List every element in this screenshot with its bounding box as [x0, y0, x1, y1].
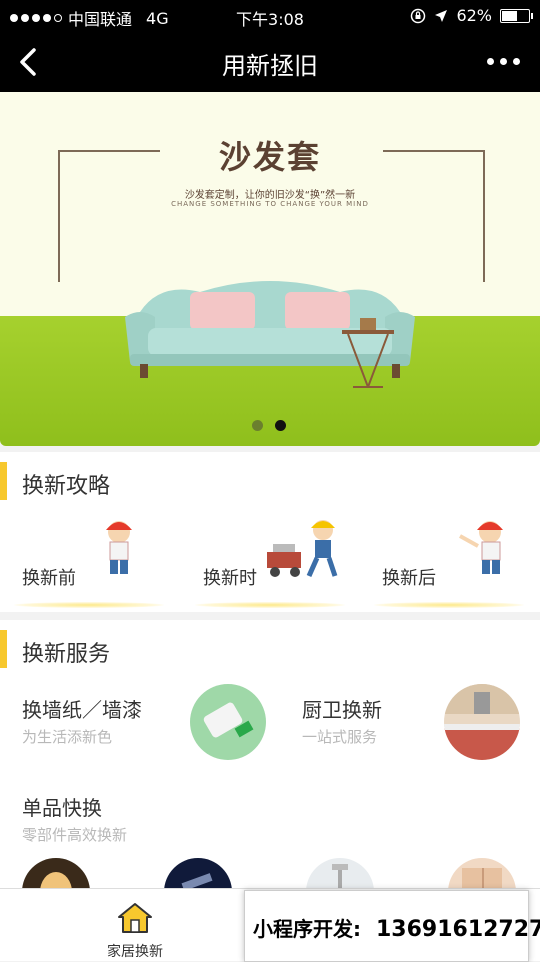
battery-percent: 62%	[456, 6, 492, 25]
service-item-kitchen[interactable]: 厨卫换新 一站式服务	[280, 682, 540, 772]
guide-section: 换新攻略 换新前 换新时 换新后	[0, 452, 540, 612]
more-menu-icon[interactable]	[487, 58, 520, 65]
service-item-subtitle: 一站式服务	[302, 728, 378, 746]
status-bar: 中国联通 4G 下午3:08 62%	[0, 0, 540, 32]
guide-item-before[interactable]: 换新前	[14, 516, 164, 608]
worker-before-icon	[106, 521, 132, 574]
banner-title: 沙发套	[218, 138, 321, 176]
service-section: 换新服务 换墙纸／墙漆 为生活添新色 厨卫换新 一站式服务 单品快换 零部件高效…	[0, 620, 540, 926]
battery-icon	[500, 8, 533, 23]
guide-item-label: 换新前	[22, 568, 76, 589]
navigation-bar: 用新拯旧	[0, 32, 540, 92]
developer-promo-overlay: 小程序开发: 13691612727	[244, 890, 540, 962]
clock: 下午3:08	[236, 10, 304, 29]
service-section-header: 换新服务	[0, 630, 540, 670]
service-item-title: 单品快换	[22, 796, 102, 820]
tab-home-label: 家居换新	[107, 944, 163, 960]
page-title: 用新拯旧	[222, 52, 318, 80]
section-accent-bar	[0, 462, 7, 500]
banner-carousel[interactable]: 沙发套 沙发套定制，让你的旧沙发“换”然一新 CHANGE SOMETHING …	[0, 92, 540, 446]
service-item-subtitle: 为生活添新色	[22, 728, 113, 746]
service-item-wallpaper[interactable]: 换墙纸／墙漆 为生活添新色	[0, 682, 270, 772]
guide-underline	[14, 602, 164, 608]
guide-section-title: 换新攻略	[22, 474, 111, 499]
promo-phone: 13691612727	[375, 917, 540, 942]
location-arrow-icon	[435, 9, 448, 22]
worker-after-icon	[459, 521, 503, 574]
service-item-title: 厨卫换新	[302, 698, 382, 722]
service-item-title: 换墙纸／墙漆	[22, 698, 142, 722]
home-icon	[118, 903, 152, 933]
side-table-icon	[342, 318, 394, 388]
guide-underline	[374, 602, 524, 608]
service-item-single[interactable]: 单品快换 零部件高效换新	[0, 786, 540, 856]
carousel-dot-2[interactable]	[275, 420, 286, 431]
rotation-lock-icon	[411, 8, 426, 23]
tab-home[interactable]: 家居换新	[90, 897, 180, 960]
carousel-pagination	[252, 420, 286, 431]
banner-subtitle: 沙发套定制，让你的旧沙发“换”然一新	[184, 190, 356, 201]
guide-item-label: 换新后	[382, 568, 436, 589]
paint-roller-image	[190, 684, 266, 760]
guide-underline	[195, 602, 345, 608]
carousel-dot-1[interactable]	[252, 420, 263, 431]
promo-text: 小程序开发: 13691612727	[253, 913, 540, 942]
banner-subtitle-en: CHANGE SOMETHING TO CHANGE YOUR MIND	[171, 200, 369, 208]
service-section-title: 换新服务	[22, 642, 111, 667]
promo-label: 小程序开发:	[253, 917, 361, 941]
kitchen-image	[444, 684, 520, 760]
service-item-subtitle: 零部件高效换新	[22, 826, 128, 844]
worker-cart-icon	[267, 520, 338, 578]
section-accent-bar	[0, 630, 7, 668]
guide-item-during[interactable]: 换新时	[195, 516, 345, 608]
guide-item-label: 换新时	[203, 568, 257, 589]
guide-item-after[interactable]: 换新后	[374, 516, 524, 608]
guide-section-header: 换新攻略	[0, 462, 540, 502]
